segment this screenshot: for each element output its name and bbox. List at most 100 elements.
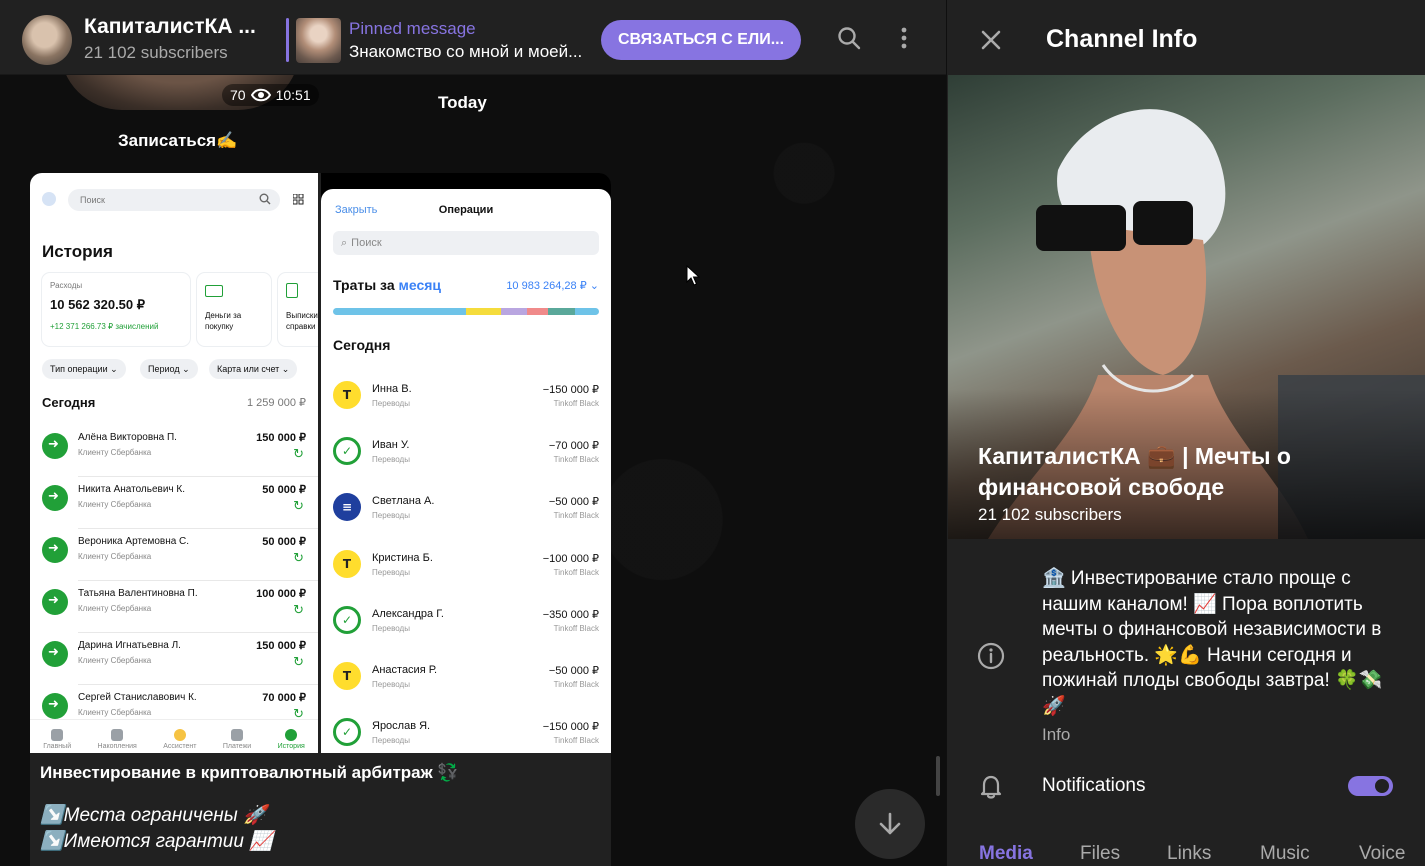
history-heading: История (42, 242, 113, 261)
info-icon (977, 642, 1005, 670)
money-back-label: Деньги за покупку (205, 311, 242, 331)
channel-title[interactable]: КапиталистКА ... (84, 15, 256, 39)
operation-desc: Переводы (372, 623, 410, 633)
close-icon (981, 30, 1001, 50)
channel-subscribers: 21 102 subscribers (978, 505, 1122, 524)
spend-bar-segment (575, 308, 599, 315)
operation-card: Tinkoff Black (553, 567, 599, 577)
operation-desc: Переводы (372, 511, 410, 521)
operation-name: Ярослав Я. (372, 720, 431, 733)
spend-prefix: Траты за (333, 277, 399, 293)
bank-tab: Накопления (98, 729, 137, 750)
operation-row: ≡ Светлана А. Переводы −50 000 ₽ Tinkoff Bla… (321, 485, 611, 541)
transfer-icon (42, 433, 68, 459)
document-icon (286, 283, 298, 298)
operation-name: Светлана А. (372, 495, 435, 508)
search-button[interactable] (833, 22, 865, 54)
operation-desc: Переводы (372, 680, 410, 689)
operation-row: T Анастасия Р. Переводы −50 000 ₽ Tinkoff Bl… (321, 654, 611, 710)
channel-photo[interactable]: КапиталистКА 💼 | Мечты о финансовой своб… (948, 75, 1425, 539)
transfer-row: Дарина Игнатьевна Л. Клиенту Сбербанка 150… (30, 633, 318, 685)
filter-chip: Карта или счет ⌄ (209, 359, 298, 379)
description-label: Info (1042, 725, 1071, 744)
statements-label: Выписки и справки (286, 311, 318, 331)
more-vertical-icon (901, 27, 907, 49)
post-image-bank-history[interactable]: Поиск История Расходы 10 562 320.50 ₽ +1… (30, 173, 318, 753)
operation-card: Tinkoff Black (553, 680, 599, 689)
tab-voice[interactable]: Voice (1359, 843, 1405, 865)
notifications-toggle[interactable] (1348, 776, 1393, 796)
repeat-icon: ↻ (293, 499, 304, 514)
channel-subscribers: 21 102 subscribers (84, 43, 228, 62)
today-heading: Сегодня (333, 337, 391, 353)
caption-line: ↘️Места ограничены 🚀 (40, 805, 267, 826)
close-info-button[interactable] (975, 24, 1007, 56)
contact-button[interactable]: СВЯЗАТЬСЯ С ЕЛИ... (601, 20, 801, 60)
tinkoff-bank-icon: T (333, 381, 361, 409)
channel-info-panel: Channel Info КапиталистКА 💼 | Мечты о фи… (946, 0, 1425, 866)
operations-sheet: Операции Закрыть ⌕ Поиск Траты за месяц … (321, 189, 611, 753)
chat-scrollbar[interactable] (936, 756, 940, 796)
operation-desc: Переводы (372, 736, 410, 746)
pinned-label[interactable]: Pinned message (349, 19, 476, 39)
money-back-card: Деньги за покупку (197, 273, 271, 346)
repeat-icon: ↻ (293, 603, 304, 618)
pinned-thumbnail[interactable] (296, 18, 341, 63)
post-image-bank-operations[interactable]: Операции Закрыть ⌕ Поиск Траты за месяц … (321, 173, 611, 753)
operation-row: ✓ Иван У. Переводы −70 000 ₽ Tinkoff Black (321, 429, 611, 485)
transfer-icon (42, 485, 68, 511)
operation-name: Анастасия Р. (372, 664, 438, 676)
operation-amount: −350 000 ₽ (542, 608, 599, 621)
operations-close: Закрыть (335, 204, 378, 216)
transfer-amount: 50 000 ₽ (262, 484, 306, 496)
statements-card: Выписки и справки (278, 273, 318, 346)
operations-search: ⌕ Поиск (333, 231, 599, 255)
expenses-label: Расходы (50, 281, 83, 290)
operation-card: Tinkoff Black (553, 511, 599, 521)
transfer-amount: 150 000 ₽ (256, 432, 306, 444)
eye-icon (250, 88, 271, 102)
operation-row: ✓ Ярослав Я. Переводы −150 000 ₽ Tinkoff Bla… (321, 710, 611, 753)
mouse-cursor-icon (686, 265, 700, 286)
channel-avatar[interactable] (22, 15, 72, 65)
expenses-card: Расходы 10 562 320.50 ₽ +12 371 266.73 ₽… (42, 273, 190, 346)
info-title: Channel Info (1046, 25, 1198, 53)
tab-music[interactable]: Music (1260, 843, 1310, 865)
tinkoff-bank-icon: T (333, 549, 361, 578)
arrow-down-icon (879, 812, 901, 835)
transfer-desc: Клиенту Сбербанка (78, 552, 152, 561)
tinkoff-bank-icon: T (333, 662, 361, 690)
tab-media[interactable]: Media (979, 843, 1033, 865)
transfer-icon (42, 693, 68, 719)
operation-amount: −50 000 ₽ (548, 665, 599, 677)
expenses-value: 10 562 320.50 ₽ (50, 297, 146, 312)
tab-files[interactable]: Files (1080, 843, 1120, 865)
tab-links[interactable]: Links (1167, 843, 1211, 865)
more-button[interactable] (888, 22, 920, 54)
bank-search-field: Поиск (68, 189, 280, 211)
scroll-down-button[interactable] (855, 789, 925, 859)
spend-category-bar (333, 308, 599, 315)
spend-bar-segment (500, 308, 528, 315)
search-icon (838, 27, 861, 50)
filter-chip: Тип операции ⌄ (42, 359, 126, 379)
chat-header: КапиталистКА ... 21 102 subscribers Pinn… (0, 0, 946, 75)
transfer-amount: 50 000 ₽ (262, 536, 306, 548)
today-sum: 1 259 000 ₽ (247, 397, 306, 409)
caption-title: Инвестирование в криптовалютный арбитраж… (40, 763, 459, 782)
income-value: +12 371 266.73 ₽ зачислений (50, 322, 159, 331)
transfer-row: Татьяна Валентиновна П. Клиенту Сбербанка… (30, 581, 318, 633)
date-separator: Today (438, 93, 487, 112)
operation-card: Tinkoff Black (553, 623, 599, 633)
spend-period: месяц (398, 277, 442, 293)
transfer-name: Вероника Артемовна С. (78, 536, 190, 547)
operation-amount: −100 000 ₽ (542, 552, 599, 565)
message-time: 10:51 (275, 87, 311, 103)
notifications-label[interactable]: Notifications (1042, 775, 1146, 797)
channel-post[interactable]: Поиск История Расходы 10 562 320.50 ₽ +1… (30, 173, 611, 866)
pinned-text[interactable]: Знакомство со мной и моей... (349, 42, 597, 62)
today-heading: Сегодня (42, 395, 96, 410)
telegram-app: 70 10:51 Today Записаться✍️ Поиск Истори… (0, 0, 1425, 866)
spend-bar-segment (527, 308, 549, 315)
repeat-icon: ↻ (293, 551, 304, 566)
